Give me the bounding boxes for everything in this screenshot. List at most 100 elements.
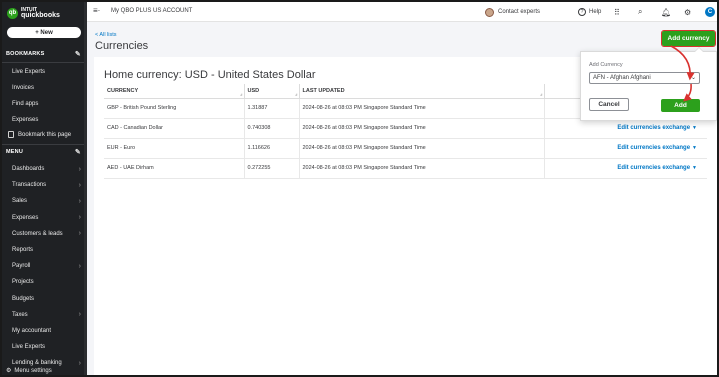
currency-select-value: AFN - Afghan Afghani: [593, 75, 651, 81]
cell-last-updated: 2024-08-26 at 08:03 PM Singapore Standar…: [299, 118, 545, 139]
dropdown-caret-icon[interactable]: ▼: [692, 165, 697, 171]
sidebar-item-taxes[interactable]: Taxes ›: [2, 307, 87, 323]
expert-avatar-icon: [485, 7, 494, 17]
chevron-right-icon: ›: [78, 359, 81, 367]
column-header-currency[interactable]: CURRENCY ⌟: [104, 84, 245, 99]
bookmark-label: Invoices: [12, 85, 35, 91]
bookmark-label: Live Experts: [12, 69, 46, 75]
chevron-right-icon: ›: [78, 165, 81, 173]
new-button[interactable]: + New: [7, 27, 81, 38]
dropdown-caret-icon[interactable]: ▼: [692, 125, 697, 131]
add-button[interactable]: Add: [661, 99, 700, 112]
apps-grid-icon[interactable]: ⠿: [614, 2, 620, 22]
sidebar-item-label: My accountant: [12, 328, 52, 334]
sidebar-item-expenses[interactable]: Expenses ›: [2, 210, 87, 226]
column-resize-handle-icon[interactable]: ⌟: [540, 91, 542, 97]
sidebar: qb INTUIT quickbooks + New BOOKMARKS ✎ L…: [2, 2, 87, 375]
search-icon[interactable]: ⌕: [638, 2, 642, 22]
sidebar-item-sales[interactable]: Sales ›: [2, 193, 87, 209]
contact-experts-label: Contact experts: [498, 9, 541, 15]
notifications-bell-icon[interactable]: 🔔︎: [661, 2, 671, 22]
cancel-button[interactable]: Cancel: [589, 98, 629, 111]
bookmark-icon: [8, 131, 14, 138]
gear-icon: ⚙: [6, 368, 12, 374]
cell-action: Edit currencies exchange ▼: [544, 158, 707, 179]
sidebar-item-label: Budgets: [12, 295, 35, 302]
header-label: CURRENCY: [107, 87, 139, 94]
bookmarks-title: BOOKMARKS: [6, 51, 45, 57]
hamburger-menu-icon[interactable]: ≡·: [93, 6, 100, 15]
company-name[interactable]: My QBO PLUS US ACCOUNT: [111, 8, 192, 14]
bookmark-label: Expenses: [12, 117, 39, 123]
menu-settings-label: Menu settings: [14, 367, 52, 374]
sidebar-scrollbar[interactable]: [84, 2, 87, 375]
help-button[interactable]: ? Help: [578, 2, 601, 22]
chevron-right-icon: ›: [78, 214, 81, 222]
home-currency-heading: Home currency: USD - United States Dolla…: [104, 69, 316, 81]
sidebar-item-label: Live Experts: [12, 344, 46, 351]
chevron-right-icon: ›: [78, 181, 81, 189]
sidebar-item-label: Sales: [12, 198, 28, 205]
sidebar-item-payroll[interactable]: Payroll ›: [2, 258, 87, 274]
page-title: Currencies: [95, 40, 149, 52]
qb-logo-icon: qb: [7, 7, 18, 19]
sidebar-item-customers-leads[interactable]: Customers & leads ›: [2, 226, 87, 242]
quickbooks-logo[interactable]: qb INTUIT quickbooks: [7, 7, 60, 19]
cell-usd-rate: 1.116626: [244, 138, 300, 159]
sidebar-item-dashboards[interactable]: Dashboards ›: [2, 161, 87, 177]
menu-header: MENU ✎: [2, 145, 87, 159]
cell-action: Edit currencies exchange ▼: [544, 138, 707, 159]
all-lists-link[interactable]: < All lists: [95, 32, 117, 38]
sidebar-item-label: Taxes: [12, 311, 28, 318]
sidebar-item-budgets[interactable]: Budgets: [2, 291, 87, 307]
contact-experts[interactable]: Contact experts: [485, 2, 540, 22]
column-header-last-updated[interactable]: LAST UPDATED ⌟: [299, 84, 545, 99]
header-label: LAST UPDATED: [302, 87, 345, 94]
sidebar-item-label: Expenses: [12, 214, 39, 221]
bookmark-item-invoices[interactable]: Invoices: [2, 80, 87, 96]
cell-usd-rate: 1.31887: [244, 98, 300, 119]
add-currency-field-label: Add Currency: [589, 62, 623, 68]
add-currency-popover: Add Currency AFN - Afghan Afghani ⌄ Canc…: [580, 47, 717, 121]
divider: [2, 62, 87, 63]
column-resize-handle-icon[interactable]: ⌟: [295, 91, 297, 97]
sidebar-item-label: Projects: [12, 279, 34, 286]
sidebar-item-projects[interactable]: Projects: [2, 274, 87, 290]
chevron-right-icon: ›: [78, 262, 81, 270]
bookmark-this-page[interactable]: Bookmark this page: [8, 131, 71, 138]
sidebar-item-label: Reports: [12, 247, 34, 253]
header-label: USD: [247, 87, 260, 94]
sidebar-item-my-accountant[interactable]: My accountant: [2, 323, 87, 339]
user-avatar[interactable]: C: [705, 2, 715, 22]
sidebar-item-reports[interactable]: Reports: [2, 242, 87, 258]
currency-select[interactable]: AFN - Afghan Afghani ⌄: [589, 72, 700, 84]
sidebar-item-label: Transactions: [12, 182, 47, 189]
edit-exchange-rate-link[interactable]: Edit currencies exchange: [617, 145, 690, 151]
bookmark-item-live-experts[interactable]: Live Experts: [2, 64, 87, 80]
edit-bookmarks-pencil-icon[interactable]: ✎: [75, 50, 81, 58]
chevron-right-icon: ›: [78, 311, 81, 319]
add-currency-button[interactable]: Add currency: [661, 30, 716, 47]
settings-gear-icon[interactable]: ⚙: [684, 2, 691, 22]
table-row: AED - UAE Dirham 0.272255 2024-08-26 at 08…: [104, 158, 707, 179]
bookmark-item-expenses[interactable]: Expenses: [2, 112, 87, 128]
sidebar-item-live-experts[interactable]: Live Experts: [2, 339, 87, 355]
sidebar-item-label: Lending & banking: [12, 360, 62, 367]
edit-exchange-rate-link[interactable]: Edit currencies exchange: [617, 165, 690, 171]
cell-action: Edit currencies exchange ▼: [544, 118, 707, 139]
dropdown-caret-icon[interactable]: ▼: [692, 145, 697, 151]
help-label: Help: [589, 9, 602, 15]
app-window: qb INTUIT quickbooks + New BOOKMARKS ✎ L…: [0, 0, 719, 377]
column-header-usd[interactable]: USD ⌟: [244, 84, 300, 99]
bookmark-this-page-label: Bookmark this page: [18, 131, 72, 138]
table-row: CAD - Canadian Dollar 0.740308 2024-08-26 …: [104, 118, 707, 139]
help-icon: ?: [578, 8, 586, 16]
edit-menu-pencil-icon[interactable]: ✎: [75, 148, 81, 156]
sidebar-item-transactions[interactable]: Transactions ›: [2, 177, 87, 193]
bookmark-item-find-apps[interactable]: Find apps: [2, 96, 87, 112]
bookmark-label: Find apps: [12, 101, 39, 107]
menu-settings[interactable]: ⚙ Menu settings: [6, 367, 52, 375]
top-bar: ≡· My QBO PLUS US ACCOUNT Contact expert…: [87, 2, 717, 22]
column-resize-handle-icon[interactable]: ⌟: [240, 91, 242, 97]
edit-exchange-rate-link[interactable]: Edit currencies exchange: [617, 125, 690, 131]
